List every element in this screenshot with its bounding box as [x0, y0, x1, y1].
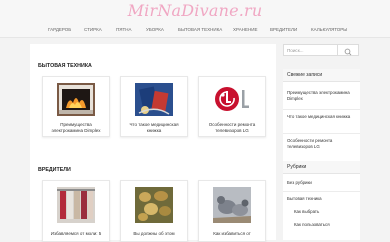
post-card[interactable]: Преимущества электрокамина Dimplex: [42, 76, 110, 137]
recent-post-link[interactable]: Что такое медицинская книжка: [287, 114, 356, 120]
divider: [283, 133, 360, 134]
rubrics-widget: Рубрики Без рубрики Бытовая техника Как …: [283, 161, 360, 240]
post-caption[interactable]: Как избавиться от: [201, 231, 263, 237]
rubric-sublink[interactable]: Как выбрать: [294, 209, 356, 215]
nav-item-appliances[interactable]: Бытовая техника: [178, 27, 222, 32]
site-header: MirNaDivane.ru: [0, 0, 390, 25]
section-title-pests[interactable]: Вредители: [38, 167, 71, 173]
nav-item-stains[interactable]: Пятна: [116, 27, 131, 32]
sweaters-photo[interactable]: [57, 187, 95, 223]
rubric-sublink[interactable]: Как пользоваться: [294, 222, 356, 228]
site-logo[interactable]: MirNaDivane.ru: [0, 1, 390, 20]
rubric-link[interactable]: Без рубрики: [287, 180, 356, 186]
sidebar: Поиск... Свежие записи Преимущества элек…: [283, 44, 360, 240]
post-card[interactable]: Вы должны об этом: [120, 180, 188, 242]
main-nav: Гардероб Стирка Пятна Уборка Бытовая тех…: [0, 25, 390, 38]
divider: [283, 191, 360, 192]
nav-item-laundry[interactable]: Стирка: [84, 27, 102, 32]
medical-book-photo[interactable]: [135, 83, 173, 116]
post-caption[interactable]: Особенности ремонта телевизоров LG: [201, 122, 263, 133]
fireplace-photo[interactable]: [57, 83, 95, 116]
post-caption[interactable]: Что такое медицинская книжка: [123, 122, 185, 133]
rubric-link[interactable]: Бытовая техника: [287, 196, 356, 202]
widget-title: Свежие записи: [283, 69, 360, 82]
search-icon: [344, 48, 352, 56]
nav-item-cleaning[interactable]: Уборка: [146, 27, 164, 32]
nav-item-pests[interactable]: Вредители: [270, 27, 297, 32]
lg-logo-photo[interactable]: [213, 83, 251, 116]
post-caption[interactable]: Избавляемся от моли: 5: [45, 231, 107, 237]
search-button[interactable]: [338, 44, 359, 56]
nav-item-wardrobe[interactable]: Гардероб: [48, 27, 71, 32]
post-card[interactable]: Что такое медицинская книжка: [120, 76, 188, 137]
nav-item-calculators[interactable]: Калькуляторы: [311, 27, 347, 32]
pigeons-photo[interactable]: [213, 187, 251, 223]
post-caption[interactable]: Вы должны об этом: [123, 231, 185, 237]
bugs-photo[interactable]: [135, 187, 173, 223]
recent-post-link[interactable]: Преимущества электрокамина Dimplex: [287, 90, 356, 101]
search-input[interactable]: Поиск...: [283, 44, 338, 56]
divider: [283, 109, 360, 110]
post-card[interactable]: Избавляемся от моли: 5: [42, 180, 110, 242]
post-card[interactable]: Особенности ремонта телевизоров LG: [198, 76, 266, 137]
post-card[interactable]: Как избавиться от: [198, 180, 266, 242]
nav-item-storage[interactable]: Хранение: [233, 27, 257, 32]
widget-title: Рубрики: [283, 161, 360, 174]
section-title-appliances[interactable]: Бытовая техника: [38, 63, 92, 69]
main-content: Бытовая техника Преимущества электроками…: [30, 44, 276, 242]
recent-posts-widget: Свежие записи Преимущества электрокамина…: [283, 69, 360, 169]
post-caption[interactable]: Преимущества электрокамина Dimplex: [45, 122, 107, 133]
recent-post-link[interactable]: Особенности ремонта телевизоров LG: [287, 138, 356, 149]
